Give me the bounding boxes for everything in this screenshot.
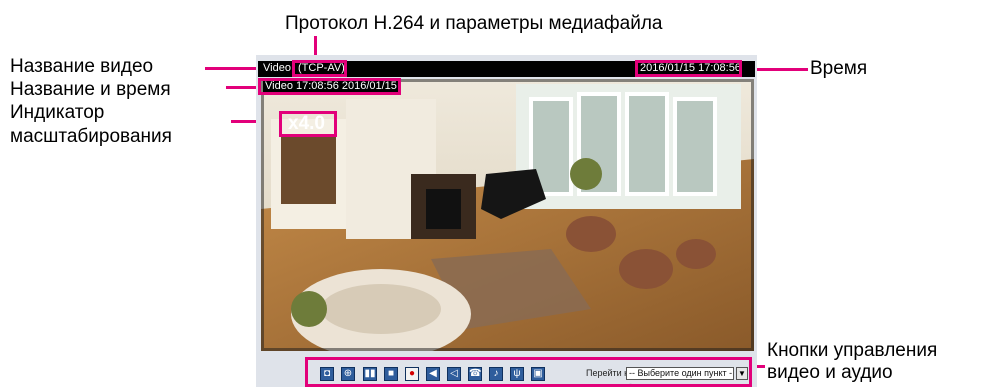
annotation-controls-line2: видео и аудио xyxy=(767,362,893,383)
annotation-line-title-and-time xyxy=(226,86,259,89)
annotation-title-and-time: Название и время xyxy=(10,79,171,100)
highlight-controls xyxy=(305,357,752,387)
annotation-zoom-line2: масштабирования xyxy=(10,126,172,147)
annotation-zoom-line1: Индикатор xyxy=(10,102,105,123)
annotation-controls-line1: Кнопки управления xyxy=(767,340,938,361)
annotation-video-title: Название видео xyxy=(10,56,154,77)
highlight-timestamp xyxy=(635,60,742,77)
highlight-protocol xyxy=(292,60,347,77)
annotation-time: Время xyxy=(810,58,868,79)
annotation-line-video-title xyxy=(205,67,259,70)
highlight-zoom xyxy=(279,111,337,137)
highlight-title-and-time xyxy=(258,78,401,95)
video-title-text: Video xyxy=(263,62,291,74)
annotation-protocol: Протокол H.264 и параметры медиафайла xyxy=(285,13,663,34)
